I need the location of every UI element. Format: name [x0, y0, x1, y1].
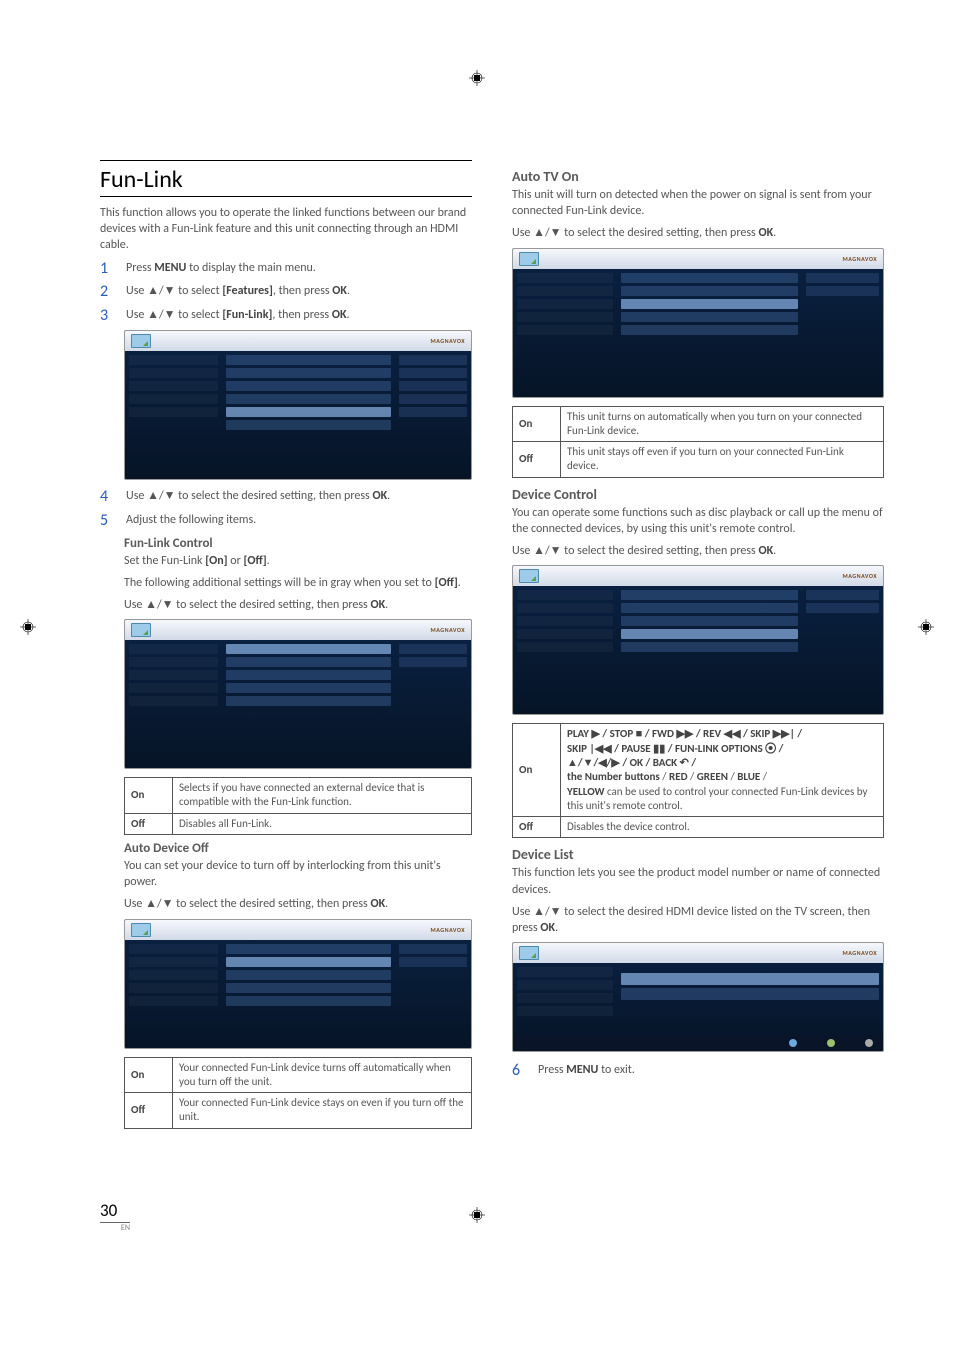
- page-number: 30: [100, 1200, 130, 1223]
- option-desc: This unit stays off even if you turn on …: [561, 442, 884, 478]
- option-label: On: [125, 778, 173, 814]
- nav-dot-icon: [827, 1039, 835, 1047]
- auto-tv-on-line1: This unit will turn on detected when the…: [512, 187, 884, 219]
- device-list-line2: Use ▲/▼ to select the desired HDMI devic…: [512, 904, 884, 936]
- auto-device-off-heading: Auto Device Off: [124, 841, 472, 856]
- table-row: Off Your connected Fun-Link device stays…: [125, 1093, 472, 1129]
- step-text: Use ▲/▼ to select [Fun-Link], then press…: [126, 307, 472, 323]
- brand-label: MAGNAVOX: [843, 949, 878, 957]
- step-5: 5 Adjust the following items.: [100, 512, 472, 530]
- auto-device-off-line1: You can set your device to turn off by i…: [124, 858, 472, 890]
- option-desc: Selects if you have connected an externa…: [173, 778, 472, 814]
- tv-logo-icon: [131, 334, 151, 348]
- step-text: Adjust the following items.: [126, 512, 472, 528]
- print-registration-mark-top: [469, 70, 485, 86]
- table-row: On PLAY ▶ / STOP ■ / FWD ▶▶ / REV ◀◀ / S…: [513, 724, 884, 817]
- option-label: Off: [513, 442, 561, 478]
- screenshot-funlink-menu: MAGNAVOX: [124, 330, 472, 480]
- tv-logo-icon: [131, 623, 151, 637]
- step-text: Press MENU to exit.: [538, 1062, 884, 1078]
- step-number: 6: [512, 1062, 526, 1080]
- step-text: Use ▲/▼ to select [Features], then press…: [126, 283, 472, 299]
- auto-tv-on-heading: Auto TV On: [512, 168, 884, 185]
- table-row: Off Disables all Fun-Link.: [125, 813, 472, 834]
- option-desc: Your connected Fun-Link device stays on …: [173, 1093, 472, 1129]
- option-desc: This unit turns on automatically when yo…: [561, 406, 884, 442]
- device-list-line1: This function lets you see the product m…: [512, 865, 884, 897]
- option-label: Off: [125, 813, 173, 834]
- option-desc: Disables all Fun-Link.: [173, 813, 472, 834]
- step-text: Press MENU to display the main menu.: [126, 260, 472, 276]
- device-control-options-table: On PLAY ▶ / STOP ■ / FWD ▶▶ / REV ◀◀ / S…: [512, 723, 884, 838]
- screenshot-auto-tv-on: MAGNAVOX: [512, 248, 884, 398]
- section-intro: This function allows you to operate the …: [100, 205, 472, 254]
- device-list-heading: Device List: [512, 846, 884, 863]
- auto-tv-on-options-table: On This unit turns on automatically when…: [512, 406, 884, 478]
- funlink-control-line3: Use ▲/▼ to select the desired setting, t…: [124, 597, 472, 613]
- brand-label: MAGNAVOX: [843, 255, 878, 263]
- step-4: 4 Use ▲/▼ to select the desired setting,…: [100, 488, 472, 506]
- option-label: Off: [513, 817, 561, 838]
- print-registration-mark-bottom: [469, 1207, 485, 1223]
- screenshot-device-list: MAGNAVOX: [512, 942, 884, 1052]
- step-number: 5: [100, 512, 114, 530]
- step-3: 3 Use ▲/▼ to select [Fun-Link], then pre…: [100, 307, 472, 325]
- option-desc: PLAY ▶ / STOP ■ / FWD ▶▶ / REV ◀◀ / SKIP…: [561, 724, 884, 817]
- step-2: 2 Use ▲/▼ to select [Features], then pre…: [100, 283, 472, 301]
- option-label: On: [513, 724, 561, 817]
- section-title: Fun-Link: [100, 165, 472, 197]
- table-row: Off This unit stays off even if you turn…: [513, 442, 884, 478]
- tv-logo-icon: [519, 252, 539, 266]
- brand-label: MAGNAVOX: [843, 572, 878, 580]
- brand-label: MAGNAVOX: [431, 626, 466, 634]
- step-text: Use ▲/▼ to select the desired setting, t…: [126, 488, 472, 504]
- option-label: Off: [125, 1093, 173, 1129]
- funlink-control-heading: Fun-Link Control: [124, 536, 472, 551]
- step-number: 4: [100, 488, 114, 506]
- nav-dot-icon: [789, 1039, 797, 1047]
- step-number: 3: [100, 307, 114, 325]
- brand-label: MAGNAVOX: [431, 337, 466, 345]
- auto-device-off-line2: Use ▲/▼ to select the desired setting, t…: [124, 896, 472, 912]
- page-language: EN: [100, 1223, 130, 1233]
- tv-logo-icon: [519, 946, 539, 960]
- step-number: 2: [100, 283, 114, 301]
- step-1: 1 Press MENU to display the main menu.: [100, 260, 472, 278]
- screenshot-auto-device-off: MAGNAVOX: [124, 919, 472, 1049]
- print-registration-mark-right: [918, 619, 934, 635]
- brand-label: MAGNAVOX: [431, 926, 466, 934]
- print-registration-mark-left: [20, 619, 36, 635]
- funlink-control-options-table: On Selects if you have connected an exte…: [124, 777, 472, 835]
- auto-device-off-options-table: On Your connected Fun-Link device turns …: [124, 1057, 472, 1129]
- funlink-control-line1: Set the Fun-Link [On] or [Off].: [124, 553, 472, 569]
- table-row: On Selects if you have connected an exte…: [125, 778, 472, 814]
- device-control-line1: You can operate some functions such as d…: [512, 505, 884, 537]
- section-rule: [100, 160, 472, 161]
- tv-logo-icon: [519, 569, 539, 583]
- table-row: On This unit turns on automatically when…: [513, 406, 884, 442]
- tv-logo-icon: [131, 923, 151, 937]
- option-desc: Disables the device control.: [561, 817, 884, 838]
- nav-dot-icon: [865, 1039, 873, 1047]
- device-control-line2: Use ▲/▼ to select the desired setting, t…: [512, 543, 884, 559]
- step-number: 1: [100, 260, 114, 278]
- step-6: 6 Press MENU to exit.: [512, 1062, 884, 1080]
- option-label: On: [125, 1057, 173, 1093]
- screenshot-funlink-control: MAGNAVOX: [124, 619, 472, 769]
- screenshot-device-control: MAGNAVOX: [512, 565, 884, 715]
- funlink-control-line2: The following additional settings will b…: [124, 575, 472, 591]
- table-row: Off Disables the device control.: [513, 817, 884, 838]
- option-label: On: [513, 406, 561, 442]
- table-row: On Your connected Fun-Link device turns …: [125, 1057, 472, 1093]
- option-desc: Your connected Fun-Link device turns off…: [173, 1057, 472, 1093]
- auto-tv-on-line2: Use ▲/▼ to select the desired setting, t…: [512, 225, 884, 241]
- device-control-heading: Device Control: [512, 486, 884, 503]
